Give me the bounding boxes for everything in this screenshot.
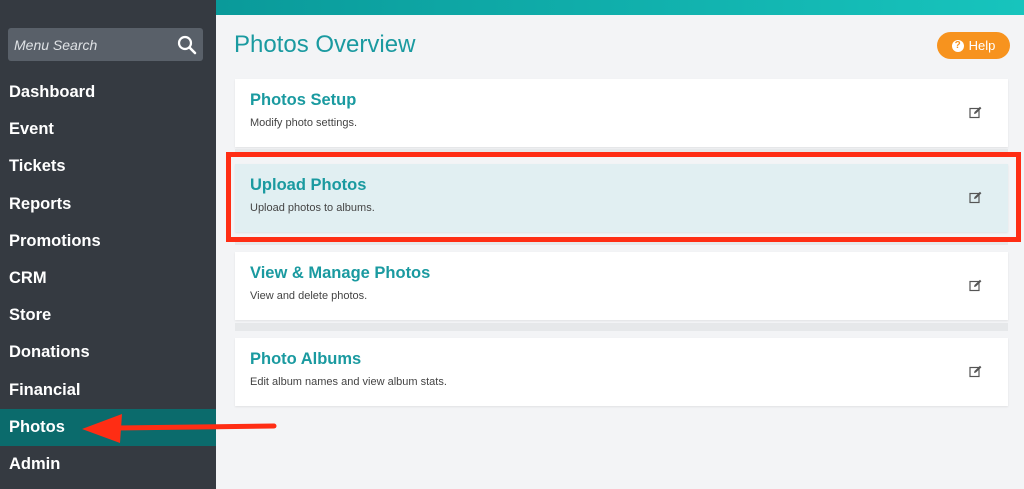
menu-search-input[interactable] xyxy=(8,28,173,61)
card-title: Photos Setup xyxy=(250,91,357,109)
menu-search xyxy=(8,28,203,61)
sidebar: Dashboard Event Tickets Reports Promotio… xyxy=(0,0,216,489)
edit-icon[interactable] xyxy=(969,279,982,292)
help-label: Help xyxy=(968,38,996,53)
question-circle-icon: ? xyxy=(951,39,964,52)
search-icon[interactable] xyxy=(177,35,197,55)
card-description: View and delete photos. xyxy=(250,290,368,302)
card-photo-albums[interactable]: Photo Albums Edit album names and view a… xyxy=(235,338,1008,406)
sidebar-item-admin[interactable]: Admin xyxy=(0,446,216,483)
card-separator xyxy=(235,323,1008,331)
sidebar-item-crm[interactable]: CRM xyxy=(0,260,216,297)
help-button[interactable]: ? Help xyxy=(937,32,1010,59)
card-upload-photos[interactable]: Upload Photos Upload photos to albums. xyxy=(235,164,1008,232)
card-description: Upload photos to albums. xyxy=(250,202,375,214)
card-photos-setup[interactable]: Photos Setup Modify photo settings. xyxy=(235,79,1008,147)
sidebar-item-dashboard[interactable]: Dashboard xyxy=(0,74,216,111)
page-title: Photos Overview xyxy=(234,31,416,58)
sidebar-item-promotions[interactable]: Promotions xyxy=(0,223,216,260)
edit-icon[interactable] xyxy=(969,191,982,204)
sidebar-item-donations[interactable]: Donations xyxy=(0,334,216,371)
sidebar-item-store[interactable]: Store xyxy=(0,297,216,334)
sidebar-item-event[interactable]: Event xyxy=(0,111,216,148)
sidebar-item-financial[interactable]: Financial xyxy=(0,372,216,409)
card-title: Photo Albums xyxy=(250,350,362,368)
top-accent-bar xyxy=(216,0,1024,15)
card-description: Modify photo settings. xyxy=(250,117,358,129)
card-title: View & Manage Photos xyxy=(250,264,431,282)
sidebar-item-reports[interactable]: Reports xyxy=(0,186,216,223)
sidebar-item-tickets[interactable]: Tickets xyxy=(0,148,216,185)
sidebar-nav: Dashboard Event Tickets Reports Promotio… xyxy=(0,74,216,483)
edit-icon[interactable] xyxy=(969,365,982,378)
card-separator xyxy=(235,149,1008,157)
card-separator xyxy=(235,237,1008,245)
sidebar-item-photos[interactable]: Photos xyxy=(0,408,216,446)
card-description: Edit album names and view album stats. xyxy=(250,376,447,388)
card-view-manage-photos[interactable]: View & Manage Photos View and delete pho… xyxy=(235,252,1008,320)
card-title: Upload Photos xyxy=(250,176,367,194)
edit-icon[interactable] xyxy=(969,106,982,119)
